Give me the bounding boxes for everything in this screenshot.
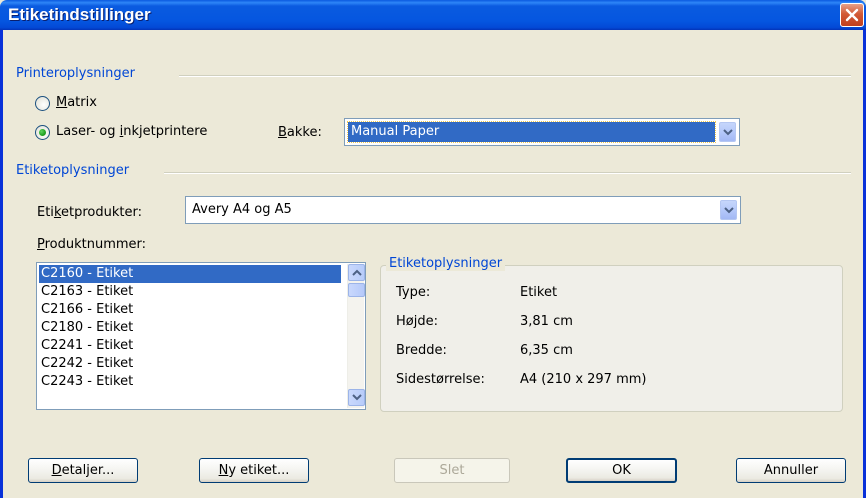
vendor-label: Etiketprodukter:	[37, 205, 142, 220]
radio-laser-inkjet-label[interactable]: Laser- og inkjetprintere	[56, 124, 207, 139]
label-info-title: Etiketoplysninger	[386, 256, 506, 271]
info-label-height: Højde:	[396, 314, 438, 329]
cancel-button[interactable]: Annuller	[736, 458, 846, 483]
list-item[interactable]: C2241 - Etiket	[39, 337, 341, 355]
info-label-type: Type:	[396, 285, 431, 300]
tray-select-value: Manual Paper	[347, 121, 716, 143]
list-item[interactable]: C2166 - Etiket	[39, 301, 341, 319]
vendor-select-value: Avery A4 og A5	[192, 202, 292, 217]
list-item[interactable]: C2242 - Etiket	[39, 355, 341, 373]
list-item[interactable]: C2163 - Etiket	[39, 283, 341, 301]
printer-group-divider	[179, 75, 851, 77]
printer-group-title: Printeroplysninger	[16, 66, 135, 81]
close-icon	[845, 8, 859, 22]
label-group-divider	[164, 172, 851, 174]
radio-matrix[interactable]	[35, 96, 50, 111]
chevron-up-icon	[352, 269, 362, 276]
info-value-type: Etiket	[520, 285, 558, 300]
list-item[interactable]: C2180 - Etiket	[39, 319, 341, 337]
info-value-width: 6,35 cm	[520, 343, 573, 358]
vendor-dropdown-button[interactable]	[720, 200, 737, 220]
close-button[interactable]	[840, 3, 864, 27]
radio-laser-inkjet[interactable]	[35, 125, 50, 140]
label-settings-dialog: Etiketindstillinger Printeroplysninger M…	[0, 0, 866, 498]
tray-dropdown-button[interactable]	[719, 122, 736, 142]
radio-selected-dot	[39, 129, 46, 136]
radio-matrix-label[interactable]: Matrix	[56, 95, 97, 110]
info-label-width: Bredde:	[396, 343, 447, 358]
vendor-select[interactable]: Avery A4 og A5	[185, 196, 741, 224]
product-number-label: Produktnummer:	[37, 237, 147, 252]
list-item[interactable]: C2160 - Etiket	[39, 265, 341, 283]
delete-button[interactable]: Slet	[394, 458, 510, 483]
label-info-box	[380, 265, 843, 412]
title-bar[interactable]: Etiketindstillinger	[0, 0, 866, 30]
list-item[interactable]: C2243 - Etiket	[39, 373, 341, 391]
chevron-down-icon	[724, 207, 734, 214]
ok-button[interactable]: OK	[566, 458, 677, 483]
label-group-title: Etiketoplysninger	[16, 163, 130, 178]
chevron-down-icon	[723, 129, 733, 136]
info-label-page-size: Sidestørrelse:	[396, 372, 485, 387]
info-value-page-size: A4 (210 x 297 mm)	[520, 372, 647, 387]
scroll-down-button[interactable]	[348, 389, 365, 406]
details-button[interactable]: Detaljer...	[28, 458, 138, 483]
info-value-height: 3,81 cm	[520, 314, 573, 329]
list-scrollbar[interactable]	[347, 264, 365, 408]
scroll-up-button[interactable]	[348, 264, 365, 281]
product-number-list[interactable]: C2160 - Etiket C2163 - Etiket C2166 - Et…	[36, 262, 366, 410]
scroll-thumb[interactable]	[348, 283, 365, 297]
window-title: Etiketindstillinger	[8, 5, 151, 24]
window-border-left	[0, 30, 3, 498]
tray-label: Bakke:	[278, 125, 322, 140]
tray-select[interactable]: Manual Paper	[344, 118, 740, 146]
chevron-down-icon	[352, 394, 362, 401]
new-label-button[interactable]: Ny etiket...	[199, 458, 309, 483]
